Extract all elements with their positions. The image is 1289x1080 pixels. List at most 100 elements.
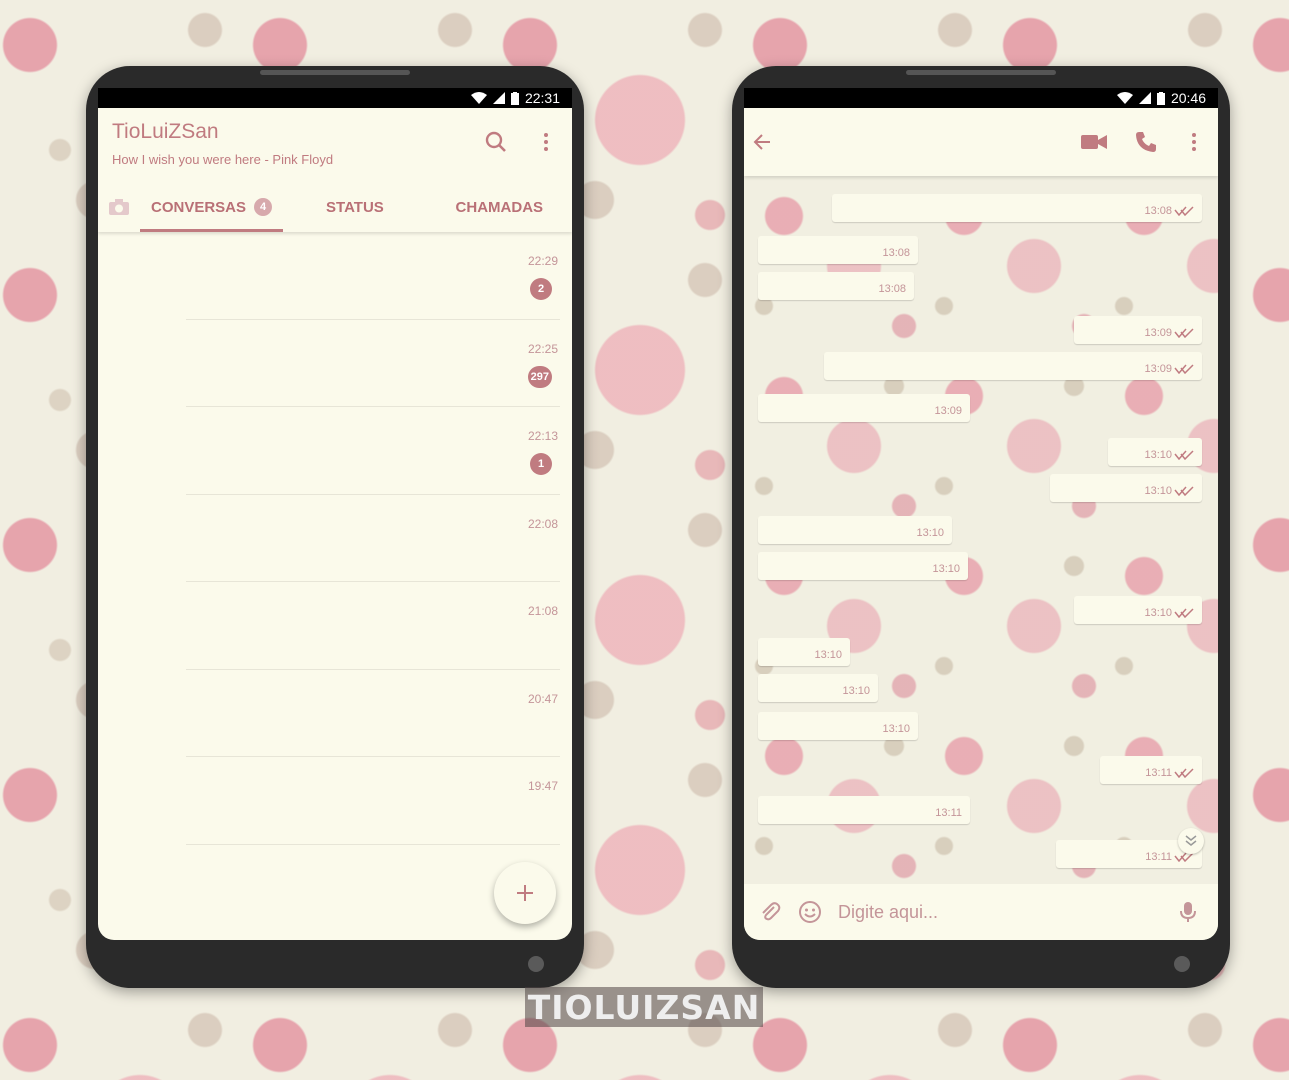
chat-time: 22:29	[527, 254, 558, 268]
chat-time: 20:47	[527, 691, 558, 706]
message-time: 13:10	[814, 649, 842, 661]
signal-icon	[1138, 92, 1151, 104]
app-subtitle: How I wish you were here - Pink Floyd	[112, 152, 334, 167]
message-bubble-incoming[interactable]: 13:11	[758, 796, 970, 824]
tab-camera[interactable]	[98, 198, 140, 216]
message-time: 13:10	[1144, 607, 1172, 619]
double-check-icon	[1174, 768, 1194, 778]
message-bubble-incoming[interactable]: 13:08	[758, 236, 918, 264]
back-button[interactable]	[748, 128, 776, 156]
search-icon	[485, 131, 506, 152]
status-time: 22:31	[524, 90, 560, 106]
unread-badge: 297	[527, 365, 552, 388]
message-bubble-incoming[interactable]: 13:10	[758, 516, 952, 544]
message-bubble-outgoing[interactable]: 13:09	[1074, 316, 1202, 344]
overflow-menu-button[interactable]	[532, 128, 560, 156]
tab-conversas-badge: 4	[254, 198, 273, 216]
message-bubble-outgoing[interactable]: 13:11	[1100, 756, 1202, 784]
message-time: 13:09	[934, 405, 962, 417]
phone-sensor	[528, 956, 544, 972]
tab-bar: CONVERSAS 4 STATUS CHAMADAS	[98, 182, 572, 232]
new-chat-button[interactable]	[494, 862, 556, 924]
message-bubble-incoming[interactable]: 13:10	[758, 552, 968, 580]
search-button[interactable]	[482, 128, 510, 156]
chat-time: 19:47	[527, 779, 558, 793]
chat-list-item[interactable]: 22:25 297	[98, 320, 572, 407]
chat-list-item[interactable]: 21:08	[98, 582, 572, 670]
double-check-icon	[1174, 486, 1194, 496]
message-time: 13:09	[1144, 363, 1172, 375]
unread-badge: 1	[530, 453, 552, 475]
chat-list-item[interactable]: 22:13 1	[98, 407, 572, 495]
message-composer	[744, 884, 1218, 940]
tab-chamadas-label: CHAMADAS	[455, 198, 544, 216]
phone-speaker	[906, 70, 1056, 75]
message-time: 13:11	[935, 807, 962, 819]
message-bubble-incoming[interactable]: 13:09	[758, 394, 970, 422]
more-vert-icon	[1192, 133, 1196, 151]
message-time: 13:10	[1144, 449, 1172, 461]
tab-status-label: STATUS	[326, 198, 384, 216]
chat-list-item[interactable]: 20:47	[98, 670, 572, 757]
tab-chamadas[interactable]: CHAMADAS	[427, 182, 572, 232]
double-check-icon	[1174, 328, 1194, 338]
message-bubble-outgoing[interactable]: 13:10	[1050, 474, 1202, 502]
message-time: 13:10	[882, 723, 910, 735]
message-bubble-incoming[interactable]: 13:10	[758, 638, 850, 666]
chat-list-item[interactable]: 22:08	[98, 495, 572, 582]
divider	[186, 843, 560, 845]
double-check-icon	[1174, 608, 1194, 618]
chat-time: 22:08	[527, 516, 558, 531]
message-bubble-incoming[interactable]: 13:08	[758, 272, 914, 300]
message-time: 13:08	[882, 247, 910, 259]
chat-time: 22:25	[527, 341, 558, 356]
double-check-icon	[1174, 364, 1194, 374]
message-time: 13:10	[932, 563, 960, 575]
message-bubble-incoming[interactable]: 13:10	[758, 674, 878, 702]
battery-icon	[1156, 91, 1165, 105]
conversation-screen: 20:46 13:08 13:08 13:08 13:09 13:09 13:0…	[744, 88, 1218, 940]
message-area[interactable]: 13:08 13:08 13:08 13:09 13:09 13:09 13:1…	[744, 176, 1218, 884]
message-bubble-outgoing[interactable]: 13:09	[824, 352, 1202, 380]
tab-conversas[interactable]: CONVERSAS 4	[139, 182, 284, 232]
chat-header	[744, 108, 1218, 176]
message-bubble-outgoing[interactable]: 13:10	[1108, 438, 1202, 466]
video-camera-icon	[1081, 135, 1107, 149]
double-chevron-down-icon	[1185, 835, 1197, 846]
tab-status[interactable]: STATUS	[283, 182, 426, 232]
attach-button[interactable]	[750, 892, 790, 932]
overflow-menu-button[interactable]	[1180, 128, 1208, 156]
message-input[interactable]	[830, 901, 1168, 923]
wifi-icon	[470, 92, 487, 104]
message-time: 13:10	[842, 685, 870, 697]
phone-icon	[1136, 132, 1156, 152]
message-time: 13:09	[1144, 327, 1172, 339]
tab-conversas-label: CONVERSAS	[151, 198, 247, 216]
scroll-to-bottom-button[interactable]	[1178, 828, 1204, 854]
message-bubble-outgoing[interactable]: 13:10	[1074, 596, 1202, 624]
phone-sensor	[1174, 956, 1190, 972]
status-bar: 20:46	[744, 88, 1218, 108]
plus-icon	[517, 885, 533, 901]
chat-list-item[interactable]: 19:47	[98, 757, 572, 845]
wifi-icon	[1116, 92, 1133, 104]
chat-time: 21:08	[527, 604, 558, 618]
emoji-button[interactable]	[790, 892, 830, 932]
signal-icon	[492, 92, 505, 104]
voice-call-button[interactable]	[1132, 128, 1160, 156]
message-bubble-outgoing[interactable]: 13:08	[832, 194, 1202, 222]
message-bubble-incoming[interactable]: 13:10	[758, 712, 918, 740]
video-call-button[interactable]	[1080, 128, 1108, 156]
chat-list-screen: 22:31 TioLuiZSan How I wish you were her…	[98, 88, 572, 940]
voice-message-button[interactable]	[1168, 892, 1208, 932]
message-time: 13:10	[1144, 485, 1172, 497]
unread-badge: 2	[530, 278, 552, 300]
smiley-icon	[799, 901, 821, 923]
app-title: TioLuiZSan	[112, 120, 219, 143]
chat-list-item[interactable]: 22:29 2	[98, 232, 572, 320]
message-time: 13:10	[916, 527, 944, 539]
microphone-icon	[1180, 902, 1196, 922]
chat-time: 22:13	[527, 429, 558, 443]
watermark: TIOLUIZSAN	[525, 987, 763, 1027]
message-time: 13:08	[878, 283, 906, 295]
